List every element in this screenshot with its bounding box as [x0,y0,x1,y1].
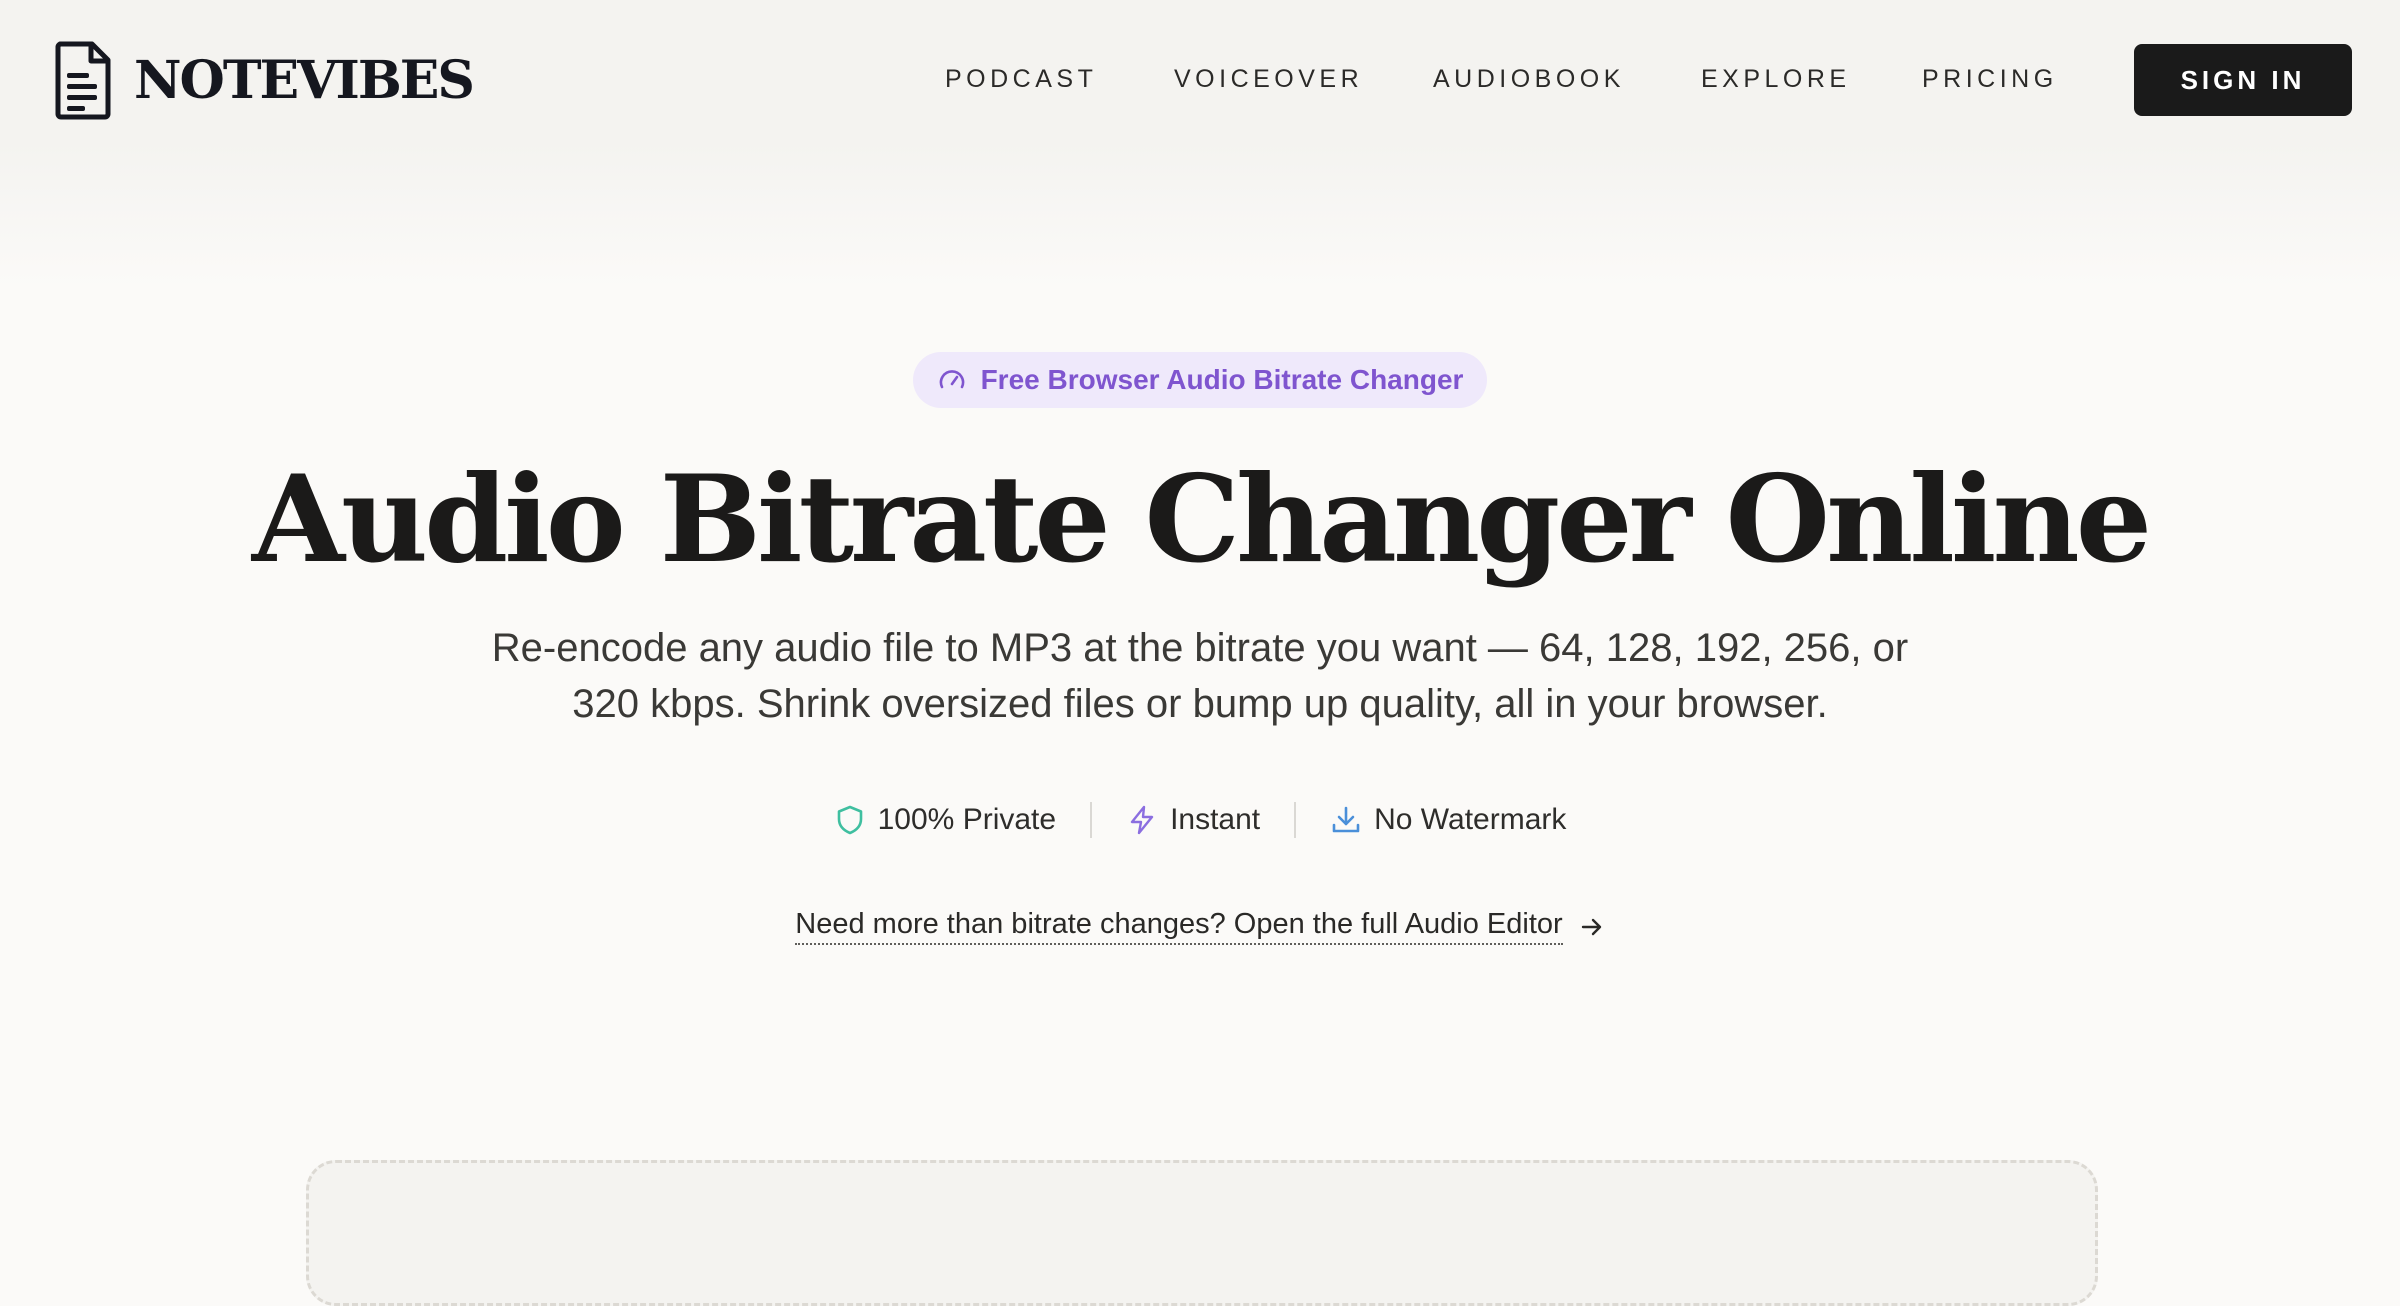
nav-item-pricing[interactable]: PRICING [1922,60,2058,98]
feature-divider [1090,802,1093,838]
upload-dropzone[interactable] [306,1160,2098,1306]
subtitle-line-2: 320 kbps. Shrink oversized files or bump… [572,682,1828,726]
feature-instant: Instant [1126,803,1260,837]
nav-item-explore[interactable]: EXPLORE [1701,60,1851,98]
audio-editor-link[interactable]: Need more than bitrate changes? Open the… [0,908,2400,945]
arrow-right-icon [1581,918,1601,935]
header: NOTEVIBES PODCAST VOICEOVER AUDIOBOOK EX… [0,0,2400,290]
nav-item-audiobook[interactable]: AUDIOBOOK [1433,60,1625,98]
shield-icon [837,805,862,835]
subtitle-line-1: Re-encode any audio file to MP3 at the b… [491,626,1909,670]
audio-editor-link-text[interactable]: Need more than bitrate changes? Open the… [795,908,1563,945]
hero-badge-text: Free Browser Audio Bitrate Changer [980,364,1464,395]
feature-divider [1294,802,1297,838]
feature-label: 100% Private [877,803,1057,836]
brand-logo[interactable]: NOTEVIBES [54,40,475,120]
document-icon [55,41,111,120]
feature-label: Instant [1170,803,1261,836]
feature-private: 100% Private [834,803,1056,837]
brand-name: NOTEVIBES [134,49,475,111]
gauge-icon [939,370,964,389]
hero-badge: Free Browser Audio Bitrate Changer [913,352,1487,408]
sign-in-button[interactable]: SIGN IN [2134,44,2352,116]
page-title: Audio Bitrate Changer Online [251,449,2152,590]
feature-label: No Watermark [1374,803,1567,836]
nav-item-voiceover[interactable]: VOICEOVER [1174,60,1363,98]
nav-item-podcast[interactable]: PODCAST [945,60,1097,98]
page-subtitle: Re-encode any audio file to MP3 at the b… [400,620,2000,732]
download-icon [1332,806,1360,833]
lightning-icon [1130,805,1154,835]
feature-no-watermark: No Watermark [1330,803,1566,837]
feature-list: 100% Private Instant No Watermark [0,798,2400,842]
